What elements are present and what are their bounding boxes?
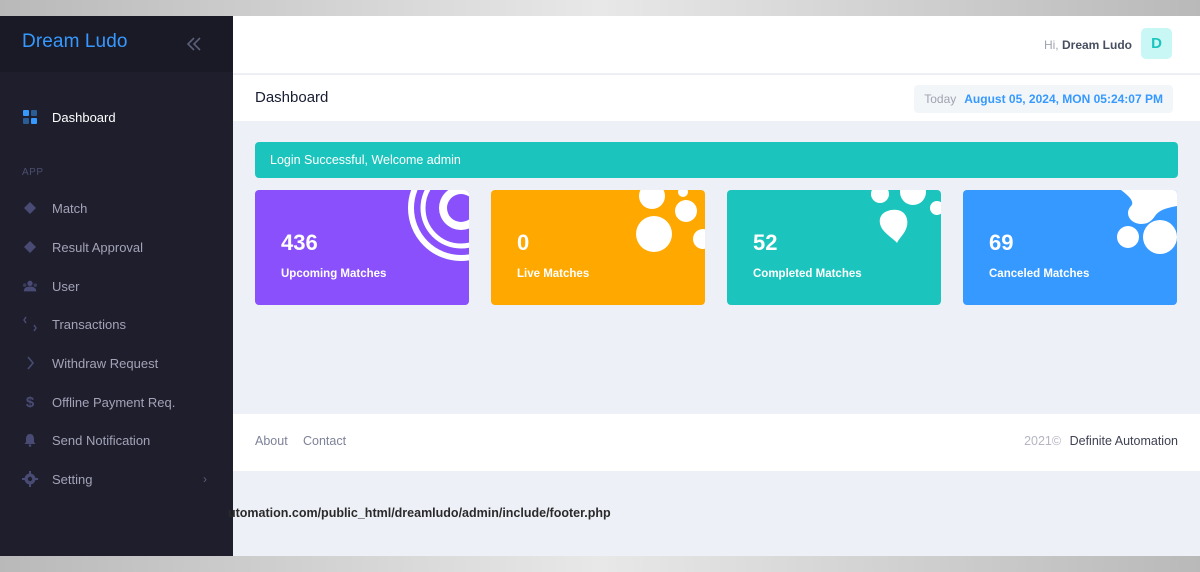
stat-value: 436 bbox=[281, 230, 318, 255]
topbar: Hi, Dream Ludo D bbox=[233, 16, 1200, 73]
sidebar-item-label: Withdraw Request bbox=[52, 355, 159, 371]
stat-card-canceled[interactable]: 69 Canceled Matches bbox=[963, 190, 1177, 305]
app-window: Dream Ludo Dashboard APP Match Result Ap… bbox=[0, 16, 1200, 556]
decorative-bubbles-icon bbox=[636, 190, 705, 252]
sidebar-item-label: Transactions bbox=[52, 316, 126, 332]
footer-link-contact[interactable]: Contact bbox=[303, 434, 346, 448]
stat-value: 69 bbox=[989, 230, 1014, 255]
dollar-icon: $ bbox=[25, 393, 35, 411]
footer: About Contact 2021© Definite Automation bbox=[233, 414, 1200, 471]
sidebar-item-setting[interactable]: Setting › bbox=[0, 462, 233, 496]
diamond-icon bbox=[22, 239, 38, 255]
sidebar-item-transactions[interactable]: Transactions bbox=[0, 307, 233, 341]
subheader: Dashboard Today August 05, 2024, MON 05:… bbox=[233, 74, 1200, 121]
company-link[interactable]: Definite Automation bbox=[1070, 434, 1178, 448]
sidebar-item-offline-payment[interactable]: $ Offline Payment Req. bbox=[0, 385, 233, 419]
file-path-text: utomation.com/public_html/dreamludo/admi… bbox=[228, 506, 611, 520]
footer-link-about[interactable]: About bbox=[255, 434, 288, 448]
sidebar-item-label: Offline Payment Req. bbox=[52, 394, 176, 410]
stat-label: Completed Matches bbox=[753, 268, 862, 280]
sidebar-item-label: Match bbox=[52, 200, 88, 216]
sidebar-header: Dream Ludo bbox=[0, 16, 233, 72]
collapse-sidebar-icon[interactable] bbox=[185, 35, 203, 53]
grid-icon bbox=[22, 109, 38, 125]
sidebar-item-label: Dashboard bbox=[52, 109, 116, 125]
section-label-app: APP bbox=[22, 167, 44, 178]
sidebar-item-label: Result Approval bbox=[52, 239, 144, 255]
chevron-right-icon bbox=[22, 355, 38, 371]
date-display[interactable]: Today August 05, 2024, MON 05:24:07 PM bbox=[914, 85, 1173, 113]
stat-card-live[interactable]: 0 Live Matches bbox=[491, 190, 705, 305]
bell-icon bbox=[22, 432, 38, 448]
sidebar-item-dashboard[interactable]: Dashboard bbox=[0, 100, 233, 134]
sidebar-item-send-notification[interactable]: Send Notification bbox=[0, 423, 233, 457]
sidebar-item-result-approval[interactable]: Result Approval bbox=[0, 230, 233, 264]
gear-icon bbox=[22, 471, 38, 487]
sidebar-item-label: User bbox=[52, 278, 80, 294]
sidebar-item-label: Send Notification bbox=[52, 432, 151, 448]
decorative-drops-icon bbox=[871, 190, 941, 243]
stat-value: 0 bbox=[517, 230, 530, 255]
stat-card-completed[interactable]: 52 Completed Matches bbox=[727, 190, 941, 305]
sidebar-item-label: Setting bbox=[52, 471, 93, 487]
sidebar: Dream Ludo Dashboard APP Match Result Ap… bbox=[0, 16, 233, 556]
diamond-icon bbox=[22, 200, 38, 216]
page-title: Dashboard bbox=[255, 89, 329, 106]
stat-value: 52 bbox=[753, 230, 778, 255]
date-value: August 05, 2024, MON 05:24:07 PM bbox=[964, 92, 1163, 106]
sidebar-item-user[interactable]: User bbox=[0, 269, 233, 303]
avatar[interactable]: D bbox=[1141, 28, 1172, 59]
chevron-right-icon: › bbox=[203, 472, 207, 486]
date-label: Today bbox=[924, 92, 957, 106]
success-alert: Login Successful, Welcome admin bbox=[255, 142, 1178, 178]
decorative-arcs-icon bbox=[408, 190, 469, 261]
stat-label: Canceled Matches bbox=[989, 268, 1090, 280]
decorative-blob-icon bbox=[1117, 190, 1177, 254]
greeting-prefix: Hi, bbox=[1043, 38, 1059, 52]
brand-logo[interactable]: Dream Ludo bbox=[22, 31, 128, 53]
user-name: Dream Ludo bbox=[1061, 38, 1132, 52]
stat-label: Live Matches bbox=[517, 268, 590, 280]
stat-label: Upcoming Matches bbox=[281, 268, 387, 280]
users-icon bbox=[22, 278, 38, 294]
stat-card-upcoming[interactable]: 436 Upcoming Matches bbox=[255, 190, 469, 305]
footer-copyright: 2021© Definite Automation bbox=[1024, 434, 1178, 448]
user-greeting[interactable]: Hi, Dream Ludo bbox=[1044, 38, 1132, 52]
sidebar-item-match[interactable]: Match bbox=[0, 191, 233, 225]
sidebar-item-withdraw-request[interactable]: Withdraw Request bbox=[0, 346, 233, 380]
transfer-icon bbox=[22, 316, 38, 332]
copyright-year: 2021© bbox=[1024, 434, 1062, 448]
